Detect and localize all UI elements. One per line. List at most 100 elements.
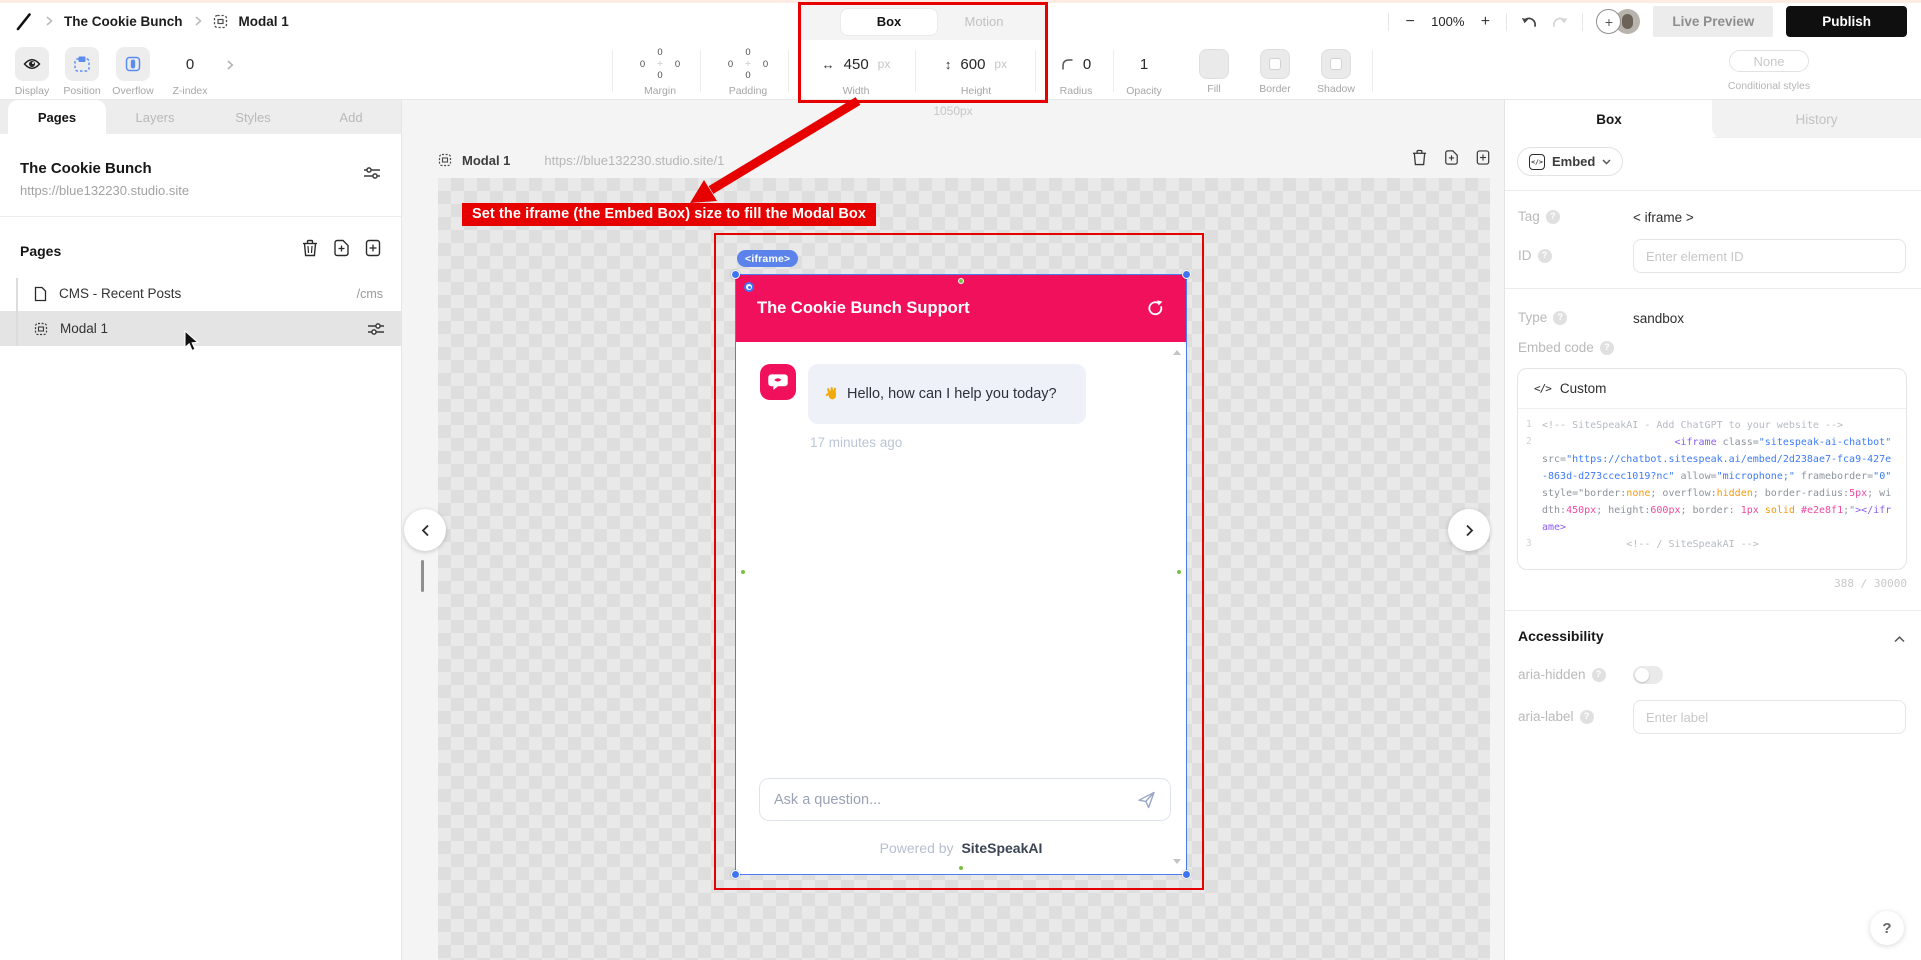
breadcrumb-page[interactable]: Modal 1: [239, 14, 289, 29]
zoom-in-button[interactable]: +: [1477, 13, 1493, 31]
margin-values[interactable]: 0 0 +0 0: [634, 47, 686, 81]
send-icon[interactable]: [1137, 791, 1156, 809]
canvas-scrollbar[interactable]: [421, 560, 424, 592]
help-button[interactable]: ?: [1870, 911, 1904, 945]
overflow-icon[interactable]: [116, 47, 150, 81]
tab-motion[interactable]: Motion: [938, 14, 1030, 29]
padding-control[interactable]: 0 0 +0 0 Padding: [710, 47, 786, 97]
width-label: Width: [842, 85, 870, 97]
height-control[interactable]: ↕ 600 px Height: [922, 47, 1030, 98]
add-frame-icon[interactable]: [1476, 149, 1490, 171]
toolbar-expand-chevron[interactable]: [226, 59, 234, 71]
fill-control[interactable]: Fill: [1196, 47, 1232, 95]
selection-handle-bottom-left[interactable]: [731, 870, 740, 879]
duplicate-frame-icon[interactable]: [1444, 149, 1459, 171]
add-page-icon[interactable]: [365, 239, 381, 262]
sidebar-tab-add[interactable]: Add: [302, 100, 400, 134]
width-control[interactable]: ↔ 450 px Width: [802, 47, 910, 98]
page-row-cms[interactable]: CMS - Recent Posts /cms: [0, 276, 401, 311]
right-inspector: Box History </> Embed Tag? < iframe > ID…: [1504, 100, 1921, 960]
zindex-control[interactable]: 0 Z-index: [168, 47, 212, 98]
canvas-page-title[interactable]: Modal 1: [462, 153, 510, 168]
conditional-styles-button[interactable]: None: [1729, 50, 1809, 72]
live-preview-button[interactable]: Live Preview: [1653, 6, 1774, 37]
selection-anchor-dot[interactable]: [744, 282, 754, 292]
eye-icon[interactable]: [15, 47, 49, 81]
aria-hidden-toggle[interactable]: [1633, 666, 1663, 684]
inspector-tab-history[interactable]: History: [1712, 100, 1921, 138]
redo-icon[interactable]: [1551, 15, 1569, 29]
radius-value[interactable]: 0: [1083, 56, 1091, 73]
chevron-up-icon[interactable]: [1894, 630, 1905, 648]
scroll-down-icon[interactable]: [1173, 859, 1181, 864]
fill-swatch[interactable]: [1199, 49, 1229, 79]
width-unit[interactable]: px: [878, 57, 891, 71]
help-icon[interactable]: ?: [1537, 248, 1552, 263]
border-swatch[interactable]: [1260, 49, 1290, 79]
scroll-up-icon[interactable]: [1173, 350, 1181, 355]
embed-code-mode[interactable]: </> Custom: [1518, 369, 1906, 409]
embed-code-box[interactable]: </> Custom 1 <!-- SiteSpeakAI - Add ChatG…: [1517, 368, 1907, 570]
page-settings-icon[interactable]: [367, 322, 401, 336]
tab-box[interactable]: Box: [840, 7, 938, 36]
sidebar-tab-styles[interactable]: Styles: [204, 100, 302, 134]
position-control[interactable]: Position: [62, 47, 102, 97]
selection-handle-top-center[interactable]: [958, 278, 964, 284]
help-icon[interactable]: ?: [1599, 340, 1614, 355]
delete-page-icon[interactable]: [302, 239, 318, 262]
padding-values[interactable]: 0 0 +0 0: [722, 47, 774, 81]
element-id-input[interactable]: [1633, 239, 1906, 273]
page-row-label: CMS - Recent Posts: [59, 286, 182, 301]
chatbot-embed[interactable]: The Cookie Bunch Support Hello, how can …: [735, 274, 1187, 875]
position-icon[interactable]: [65, 47, 99, 81]
radius-control[interactable]: 0 Radius: [1046, 47, 1106, 98]
sitespeak-brand-link[interactable]: SiteSpeakAI: [961, 840, 1042, 856]
aria-label-input[interactable]: [1633, 700, 1906, 734]
embed-code-editor[interactable]: 1 <!-- SiteSpeakAI - Add ChatGPT to your …: [1518, 409, 1906, 559]
pen-logo-icon[interactable]: [14, 12, 34, 32]
selection-handle-bottom-right[interactable]: [1182, 870, 1191, 879]
help-icon[interactable]: ?: [1553, 310, 1568, 325]
overflow-control[interactable]: Overflow: [112, 47, 154, 97]
zindex-value[interactable]: 0: [186, 47, 194, 81]
zoom-level[interactable]: 100%: [1431, 14, 1464, 29]
selection-handle-top-left[interactable]: [731, 270, 740, 279]
page-row-modal[interactable]: Modal 1: [0, 311, 401, 346]
site-settings-icon[interactable]: [363, 166, 381, 185]
display-control[interactable]: Display: [12, 47, 52, 97]
height-unit[interactable]: px: [994, 57, 1007, 71]
shadow-swatch[interactable]: [1321, 49, 1351, 79]
refresh-icon[interactable]: [1146, 299, 1165, 318]
sidebar-tab-pages[interactable]: Pages: [8, 100, 106, 134]
help-icon[interactable]: ?: [1591, 667, 1606, 682]
shadow-control[interactable]: Shadow: [1312, 47, 1360, 95]
prev-page-button[interactable]: [404, 509, 446, 551]
help-icon[interactable]: ?: [1545, 209, 1560, 224]
margin-control[interactable]: 0 0 +0 0 Margin: [622, 47, 698, 97]
chatbot-question-input[interactable]: [774, 791, 1137, 808]
width-value[interactable]: 450: [844, 56, 869, 73]
undo-icon[interactable]: [1520, 15, 1538, 29]
inspector-tab-box[interactable]: Box: [1505, 100, 1713, 138]
design-canvas[interactable]: 1050px Modal 1 https://blue132230.studio…: [402, 100, 1504, 960]
zoom-out-button[interactable]: −: [1402, 13, 1418, 31]
selection-handle-bottom-center[interactable]: [958, 865, 964, 871]
selection-handle-top-right[interactable]: [1182, 270, 1191, 279]
breadcrumb-site[interactable]: The Cookie Bunch: [64, 14, 183, 29]
delete-frame-icon[interactable]: [1412, 149, 1427, 171]
opacity-value[interactable]: 1: [1140, 47, 1148, 81]
height-value[interactable]: 600: [960, 56, 985, 73]
inspector-tabs: Box History: [1505, 100, 1921, 138]
selection-handle-mid-left[interactable]: [740, 569, 746, 575]
publish-button[interactable]: Publish: [1786, 6, 1907, 37]
next-page-button[interactable]: [1448, 509, 1490, 551]
opacity-control[interactable]: 1 Opacity: [1122, 47, 1166, 98]
selection-handle-mid-right[interactable]: [1176, 569, 1182, 575]
help-icon[interactable]: ?: [1579, 709, 1594, 724]
border-control[interactable]: Border: [1254, 47, 1296, 95]
iframe-element-badge[interactable]: <iframe>: [737, 250, 799, 267]
site-info: The Cookie Bunch https://blue132230.stud…: [0, 134, 401, 216]
element-type-menu[interactable]: </> Embed: [1517, 147, 1624, 176]
duplicate-page-icon[interactable]: [333, 239, 350, 262]
sidebar-tab-layers[interactable]: Layers: [106, 100, 204, 134]
